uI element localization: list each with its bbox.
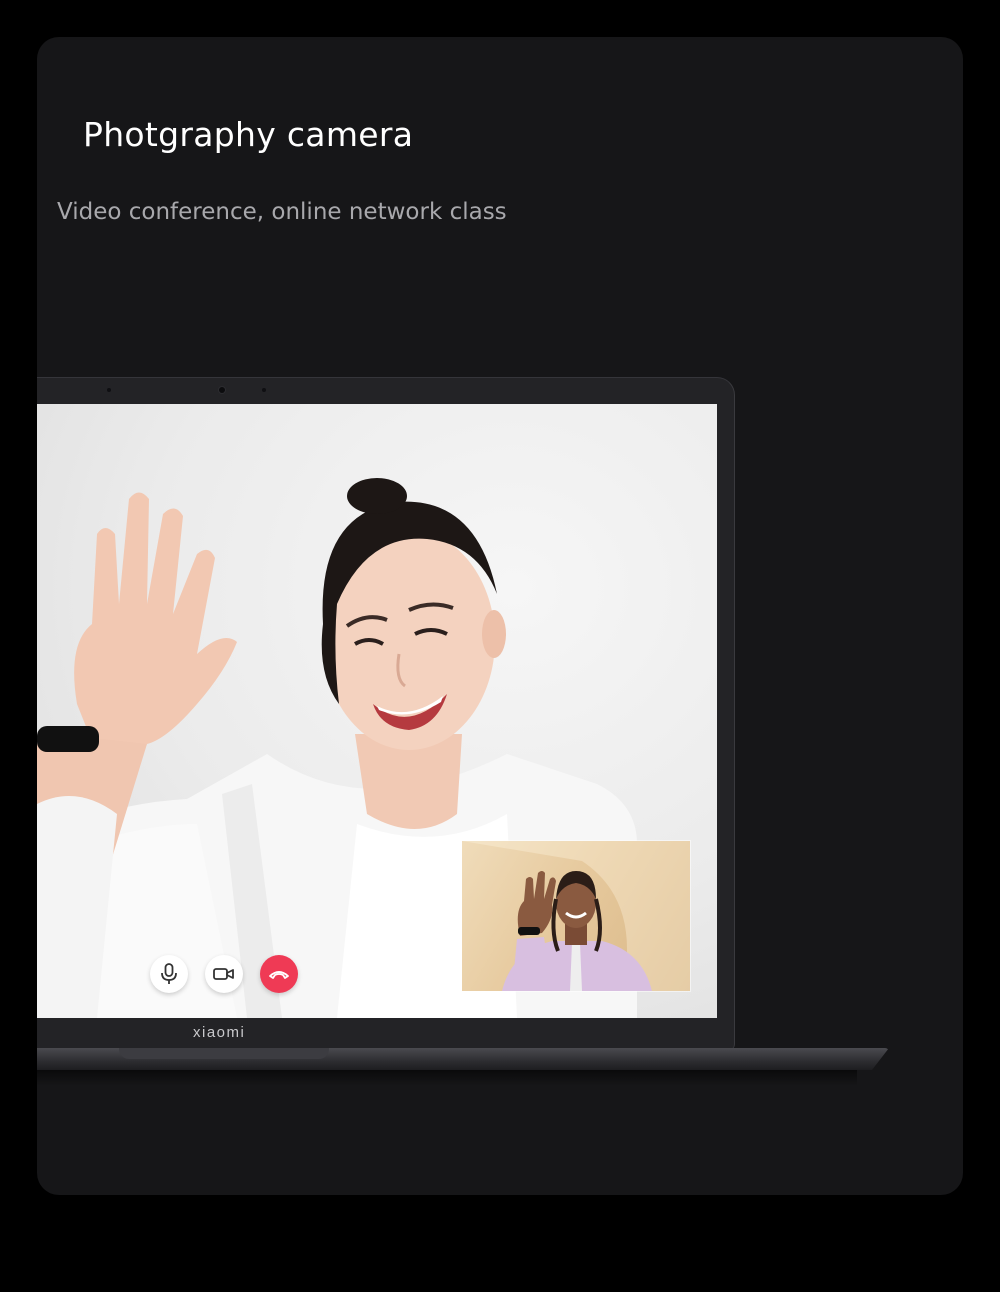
sensor-dot	[262, 388, 266, 392]
page-title: Photgraphy camera	[83, 115, 414, 154]
page-subtitle: Video conference, online network class	[57, 199, 507, 225]
hang-up-button[interactable]	[260, 955, 298, 993]
self-view-video[interactable]	[462, 841, 690, 991]
phone-hangup-icon	[269, 971, 289, 979]
microphone-button[interactable]	[150, 955, 188, 993]
microphone-icon	[161, 963, 177, 984]
video-call-screen	[37, 404, 717, 1018]
sensor-dot	[107, 388, 111, 392]
laptop-hinge-notch	[119, 1048, 329, 1059]
laptop-brand-logo: xiaomi	[193, 1024, 246, 1041]
feature-card: Photgraphy camera Video conference, onli…	[37, 37, 963, 1195]
webcam	[219, 387, 225, 393]
camera-button[interactable]	[205, 955, 243, 993]
laptop-top-bezel	[37, 378, 717, 406]
self-view-feed	[462, 841, 690, 991]
laptop-shadow	[37, 1070, 857, 1086]
laptop-lid: xiaomi	[37, 377, 735, 1050]
video-camera-icon	[213, 968, 234, 980]
